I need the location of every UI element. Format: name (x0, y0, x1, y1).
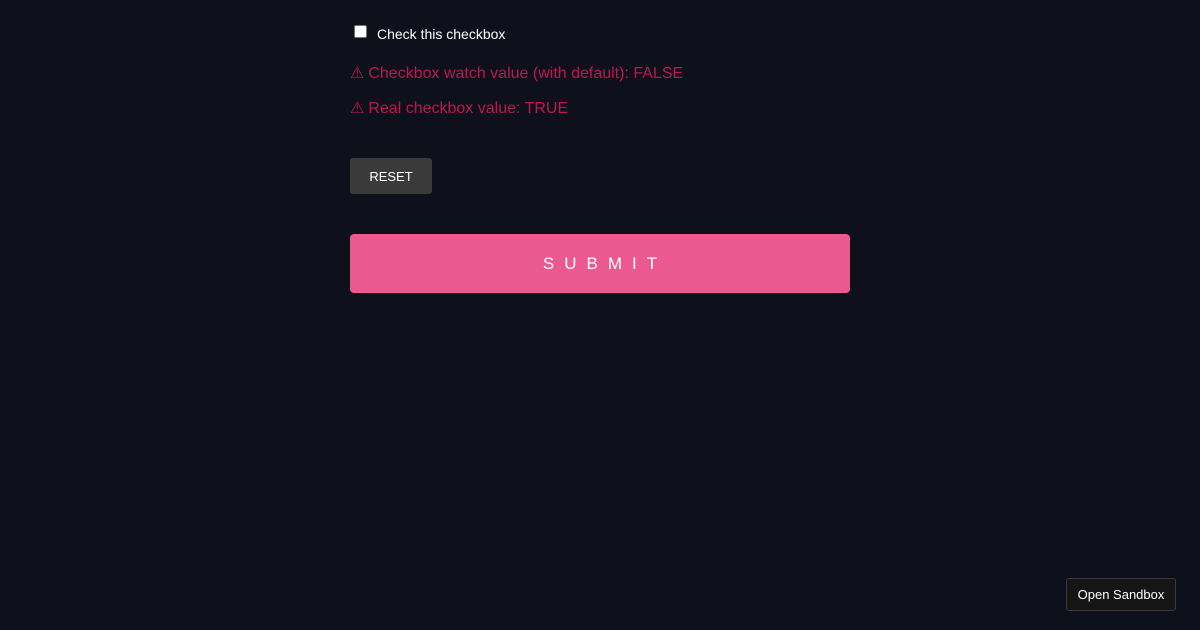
checkbox-input[interactable] (354, 24, 367, 38)
checkbox-row[interactable]: Check this checkbox (354, 24, 505, 44)
real-value-warning: ⚠ Real checkbox value: TRUE (350, 99, 568, 119)
checkbox-label: Check this checkbox (377, 26, 506, 42)
watch-value-warning: ⚠ Checkbox watch value (with default): FA… (350, 64, 683, 84)
warning-text: Real checkbox value: TRUE (368, 100, 569, 117)
submit-label: SUBMIT (542, 253, 668, 273)
page: Check this checkbox ⚠ Checkbox watch valu… (0, 0, 1200, 630)
submit-button[interactable]: SUBMIT (350, 234, 850, 293)
reset-button[interactable]: RESET (350, 158, 432, 194)
warning-icon: ⚠ (350, 100, 365, 117)
warning-text: Checkbox watch value (with default): FAL… (368, 65, 684, 82)
open-sandbox-button[interactable]: Open Sandbox (1066, 578, 1176, 611)
warning-icon: ⚠ (350, 65, 365, 82)
